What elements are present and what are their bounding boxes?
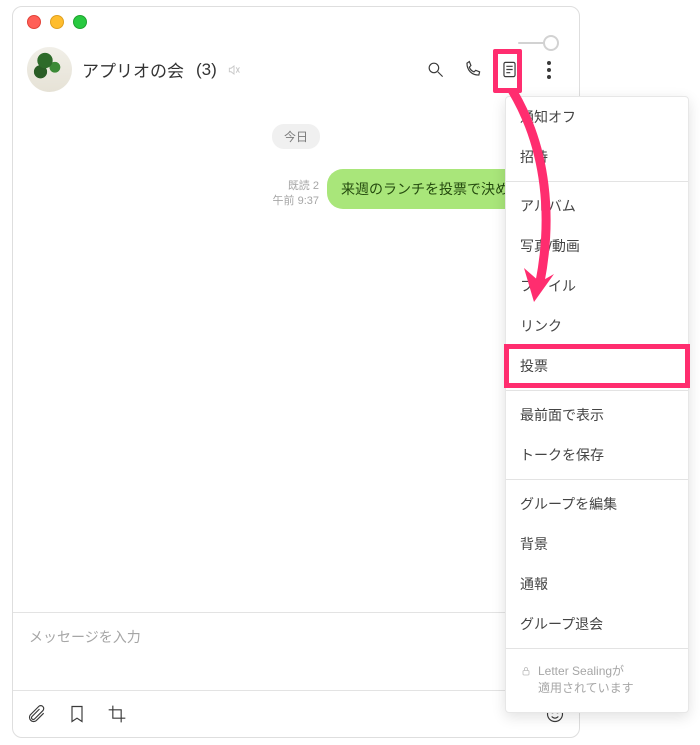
chat-member-count: (3) <box>196 60 217 80</box>
menu-separator <box>506 390 688 391</box>
composer-placeholder: メッセージを入力 <box>29 627 563 647</box>
chat-avatar[interactable] <box>27 47 72 92</box>
menu-item-bring-to-front[interactable]: 最前面で表示 <box>506 395 688 435</box>
composer[interactable]: メッセージを入力 <box>13 612 579 690</box>
more-menu-button[interactable] <box>537 56 561 84</box>
menu-separator <box>506 648 688 649</box>
menu-separator <box>506 479 688 480</box>
chat-title: アプリオの会 <box>82 57 184 82</box>
slider-thumb-icon <box>543 35 559 51</box>
date-separator: 今日 <box>13 124 579 149</box>
menu-footer: Letter Sealingが 適用されています <box>506 653 688 712</box>
read-status: 既読 2 <box>288 179 319 194</box>
more-vertical-icon <box>547 61 551 79</box>
chat-window: アプリオの会 (3) <box>12 6 580 738</box>
more-dropdown-menu: 通知オフ 招待 アルバム 写真/動画 ファイル リンク 投票 最前面で表示 トー… <box>505 96 689 713</box>
lock-icon <box>520 665 532 677</box>
message-area: 今日 既読 2 午前 9:37 来週のランチを投票で決めます！ <box>13 98 579 612</box>
traffic-light-close-icon[interactable] <box>27 15 41 29</box>
menu-item-poll[interactable]: 投票 <box>506 346 688 386</box>
menu-footer-line1: Letter Sealingが <box>538 664 624 678</box>
bookmark-icon[interactable] <box>67 704 87 724</box>
bottom-toolbar <box>13 690 579 737</box>
menu-item-photo-video[interactable]: 写真/動画 <box>506 226 688 266</box>
window-titlebar <box>13 7 579 37</box>
menu-item-background[interactable]: 背景 <box>506 524 688 564</box>
message-time: 午前 9:37 <box>273 194 319 209</box>
attachment-icon[interactable] <box>27 704 47 724</box>
call-icon[interactable] <box>463 60 482 79</box>
message-row: 既読 2 午前 9:37 来週のランチを投票で決めます！ <box>13 169 579 209</box>
menu-item-leave-group[interactable]: グループ退会 <box>506 604 688 644</box>
menu-item-file[interactable]: ファイル <box>506 266 688 306</box>
crop-icon[interactable] <box>107 704 127 724</box>
annotation-highlight-more-button <box>493 49 522 93</box>
app-frame: アプリオの会 (3) <box>0 0 700 745</box>
menu-item-notify-off[interactable]: 通知オフ <box>506 97 688 137</box>
menu-item-link[interactable]: リンク <box>506 306 688 346</box>
menu-item-invite[interactable]: 招待 <box>506 137 688 177</box>
menu-item-album[interactable]: アルバム <box>506 186 688 226</box>
menu-footer-line2: 適用されています <box>538 681 634 695</box>
muted-icon <box>227 63 241 77</box>
menu-item-edit-group[interactable]: グループを編集 <box>506 484 688 524</box>
slider-track-icon <box>518 42 546 44</box>
date-chip: 今日 <box>272 124 320 149</box>
menu-item-save-talk[interactable]: トークを保存 <box>506 435 688 475</box>
menu-item-report[interactable]: 通報 <box>506 564 688 604</box>
menu-separator <box>506 181 688 182</box>
message-meta: 既読 2 午前 9:37 <box>273 179 319 209</box>
opacity-slider[interactable] <box>518 35 559 51</box>
traffic-light-minimize-icon[interactable] <box>50 15 64 29</box>
traffic-light-zoom-icon[interactable] <box>73 15 87 29</box>
search-icon[interactable] <box>426 60 445 79</box>
